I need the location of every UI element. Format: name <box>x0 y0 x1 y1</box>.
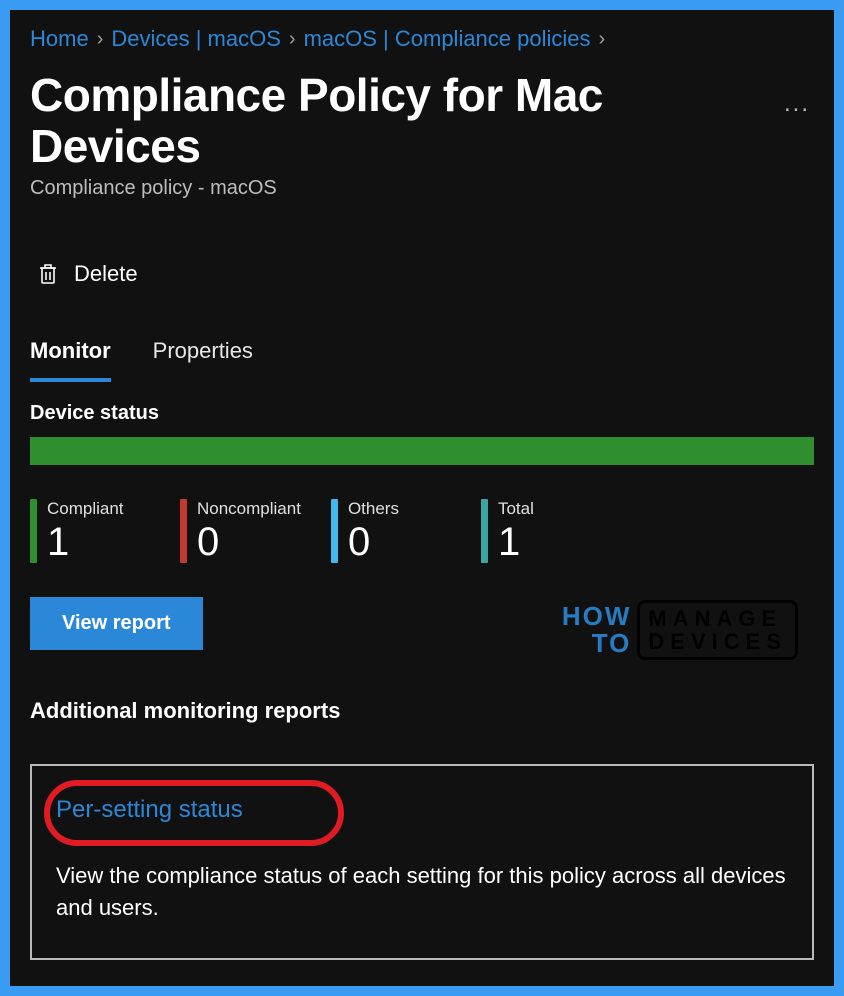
delete-label: Delete <box>74 261 138 287</box>
chevron-right-icon: › <box>599 28 606 51</box>
tab-properties[interactable]: Properties <box>153 338 253 382</box>
stat-value: 1 <box>47 521 124 563</box>
chevron-right-icon: › <box>289 28 296 51</box>
page-subtitle: Compliance policy - macOS <box>30 177 814 200</box>
watermark-text: TO <box>562 630 632 657</box>
stat-value: 0 <box>197 521 301 563</box>
chevron-right-icon: › <box>97 28 104 51</box>
breadcrumb-compliance-policies[interactable]: macOS | Compliance policies <box>304 26 591 52</box>
toolbar: Delete <box>30 256 814 292</box>
watermark-left: HOW TO <box>562 603 632 658</box>
device-status-bar <box>30 437 814 465</box>
view-report-button[interactable]: View report <box>30 597 203 650</box>
stat-value: 1 <box>498 521 534 563</box>
stat-value: 0 <box>348 521 399 563</box>
watermark: HOW TO MANAGE DEVICES <box>562 600 798 660</box>
stat-others: Others 0 <box>331 499 451 563</box>
app-root: Home › Devices | macOS › macOS | Complia… <box>10 10 834 986</box>
breadcrumb-devices[interactable]: Devices | macOS <box>111 26 281 52</box>
watermark-text: MANAGE <box>648 607 787 630</box>
stat-compliant: Compliant 1 <box>30 499 150 563</box>
status-legend: Compliant 1 Noncompliant 0 Others 0 Tota… <box>30 499 814 563</box>
stat-label: Total <box>498 499 534 519</box>
per-setting-status-link[interactable]: Per-setting status <box>56 796 243 824</box>
title-row: Compliance Policy for Mac Devices ... <box>30 70 814 171</box>
stat-accent <box>481 499 488 563</box>
trash-icon <box>36 260 60 288</box>
delete-button[interactable]: Delete <box>30 256 144 292</box>
page-title: Compliance Policy for Mac Devices <box>30 70 780 171</box>
device-status-heading: Device status <box>30 402 814 425</box>
stat-label: Compliant <box>47 499 124 519</box>
more-actions-button[interactable]: ... <box>780 90 814 118</box>
stat-noncompliant: Noncompliant 0 <box>180 499 301 563</box>
stat-accent <box>180 499 187 563</box>
stat-accent <box>331 499 338 563</box>
watermark-right: MANAGE DEVICES <box>637 600 798 660</box>
per-setting-status-card: Per-setting status View the compliance s… <box>30 764 814 960</box>
per-setting-status-desc: View the compliance status of each setti… <box>56 860 788 924</box>
tab-monitor[interactable]: Monitor <box>30 338 111 382</box>
watermark-text: DEVICES <box>648 630 787 653</box>
tab-bar: Monitor Properties <box>30 338 814 382</box>
stat-label: Others <box>348 499 399 519</box>
breadcrumb-home[interactable]: Home <box>30 26 89 52</box>
additional-reports-heading: Additional monitoring reports <box>30 698 814 724</box>
stat-label: Noncompliant <box>197 499 301 519</box>
watermark-text: HOW <box>562 603 632 630</box>
stat-accent <box>30 499 37 563</box>
stat-total: Total 1 <box>481 499 601 563</box>
breadcrumb: Home › Devices | macOS › macOS | Complia… <box>30 26 814 52</box>
